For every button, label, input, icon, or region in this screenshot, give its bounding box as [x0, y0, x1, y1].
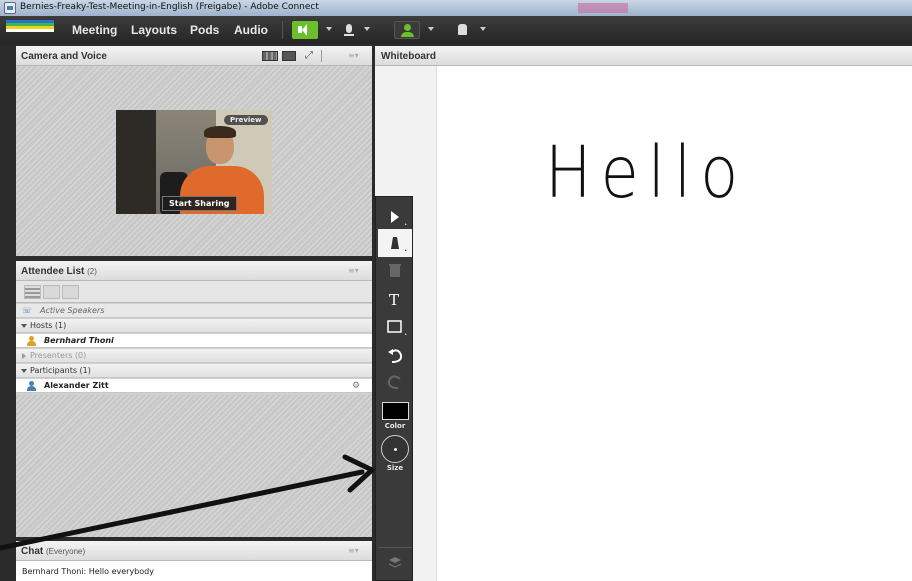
webcam-preview-video: Preview Start Sharing [116, 110, 272, 214]
menu-layouts[interactable]: Layouts [131, 23, 177, 37]
microphone-icon[interactable] [340, 21, 358, 39]
attendee-host-row[interactable]: Bernhard Thoni [16, 334, 372, 348]
speakers-icon: ☏ [22, 306, 33, 315]
collapse-icon [22, 353, 26, 359]
whiteboard-title: Whiteboard [381, 51, 436, 62]
menu-audio[interactable]: Audio [234, 23, 268, 37]
status-dropdown-icon[interactable] [480, 27, 486, 31]
host-user-name: Bernhard Thoni [44, 336, 114, 345]
attendee-status-view-icon[interactable] [62, 285, 79, 299]
svg-text:T: T [389, 291, 399, 309]
presenters-group-label: Presenters (0) [30, 351, 87, 360]
undo-icon[interactable] [378, 341, 412, 369]
size-label: Size [386, 464, 404, 472]
stroke-size-icon[interactable] [381, 435, 409, 463]
chat-pod: Chat (Everyone) ≡▾ Bernhard Thoni: Hello… [16, 541, 372, 581]
speaker-dropdown-icon[interactable] [326, 27, 332, 31]
pod-options-icon[interactable]: ≡▾ [348, 267, 360, 275]
expand-icon [21, 324, 27, 328]
microphone-dropdown-icon[interactable] [364, 27, 370, 31]
app-icon [4, 2, 16, 14]
marker-tool-icon[interactable] [378, 229, 412, 257]
fullscreen-icon[interactable]: ⤢ [305, 50, 313, 61]
layers-icon[interactable] [378, 547, 412, 575]
shape-tool-icon[interactable] [378, 313, 412, 341]
attendee-list-pod: Attendee List (2) ≡▾ ☏ Active Speakers H… [16, 261, 372, 537]
raise-hand-icon[interactable] [452, 21, 474, 39]
attendee-pod-title: Attendee List (2) [21, 266, 97, 277]
camera-pod-title: Camera and Voice [21, 51, 107, 62]
host-user-icon [26, 336, 36, 346]
expand-icon [21, 369, 27, 373]
hosts-group-label: Hosts (1) [30, 321, 67, 330]
breakout-view-icon[interactable] [43, 285, 60, 299]
color-picker-swatch[interactable] [382, 402, 409, 420]
attendee-pod-header: Attendee List (2) ≡▾ [16, 261, 372, 281]
active-speakers-row: ☏ Active Speakers [16, 304, 372, 318]
text-tool-icon[interactable]: T [378, 285, 412, 313]
attendee-pod-title-text: Attendee List [21, 266, 85, 277]
titlebar-decoration [578, 3, 628, 13]
participants-group-row[interactable]: Participants (1) [16, 364, 372, 378]
hosts-group-row[interactable]: Hosts (1) [16, 319, 372, 333]
pod-options-icon[interactable]: ≡▾ [348, 52, 360, 60]
camera-pod-header: Camera and Voice ⤢ ≡▾ [16, 46, 372, 66]
whiteboard-header: Whiteboard [375, 46, 912, 66]
pod-options-icon[interactable]: ≡▾ [348, 547, 360, 555]
chat-scope: (Everyone) [46, 547, 86, 556]
chat-pod-title-text: Chat [21, 546, 44, 557]
camera-voice-pod: Camera and Voice ⤢ ≡▾ Preview Start Shar… [16, 46, 372, 256]
attendee-count: (2) [87, 267, 97, 276]
active-speakers-label: Active Speakers [40, 306, 105, 315]
participant-status-icon: ⚙ [352, 381, 361, 391]
window-titlebar: Bernies-Freaky-Test-Meeting-in-English (… [0, 0, 912, 16]
webcam-person-icon[interactable] [394, 21, 420, 39]
window-title: Bernies-Freaky-Test-Meeting-in-English (… [20, 2, 319, 12]
adobe-connect-logo [6, 20, 54, 34]
attendee-participant-row[interactable]: Alexander Zitt ⚙ [16, 379, 372, 393]
participant-user-icon [26, 381, 36, 391]
chat-pod-header: Chat (Everyone) ≡▾ [16, 541, 372, 561]
header-divider [321, 50, 322, 62]
chat-message: Bernhard Thoni: Hello everybody [22, 567, 154, 576]
attendee-empty-area [16, 395, 372, 537]
grid-view-icon[interactable] [262, 51, 278, 61]
whiteboard-toolbar: T Color Size [375, 196, 413, 581]
single-view-icon[interactable] [282, 51, 296, 61]
webcam-dropdown-icon[interactable] [428, 27, 434, 31]
list-view-icon[interactable] [24, 285, 41, 299]
chat-pod-title: Chat (Everyone) [21, 546, 85, 557]
trash-icon[interactable] [378, 257, 412, 285]
participants-group-label: Participants (1) [30, 366, 91, 375]
menu-bar: Meeting Layouts Pods Audio [0, 16, 912, 44]
attendee-toolbar [16, 281, 372, 303]
whiteboard-pod: Whiteboard Hello [375, 46, 912, 581]
redo-icon[interactable] [378, 367, 412, 395]
speaker-icon[interactable] [292, 21, 318, 39]
whiteboard-drawn-text[interactable]: Hello [545, 131, 747, 215]
start-sharing-button[interactable]: Start Sharing [162, 196, 237, 211]
preview-badge: Preview [224, 115, 268, 125]
whiteboard-canvas[interactable]: Hello [437, 66, 912, 581]
menu-meeting[interactable]: Meeting [72, 23, 117, 37]
selection-tool-icon[interactable] [378, 203, 412, 231]
presenters-group-row[interactable]: Presenters (0) [16, 349, 372, 363]
color-label: Color [384, 422, 406, 430]
participant-user-name: Alexander Zitt [44, 381, 109, 390]
menu-pods[interactable]: Pods [190, 23, 219, 37]
menu-divider [282, 21, 283, 39]
